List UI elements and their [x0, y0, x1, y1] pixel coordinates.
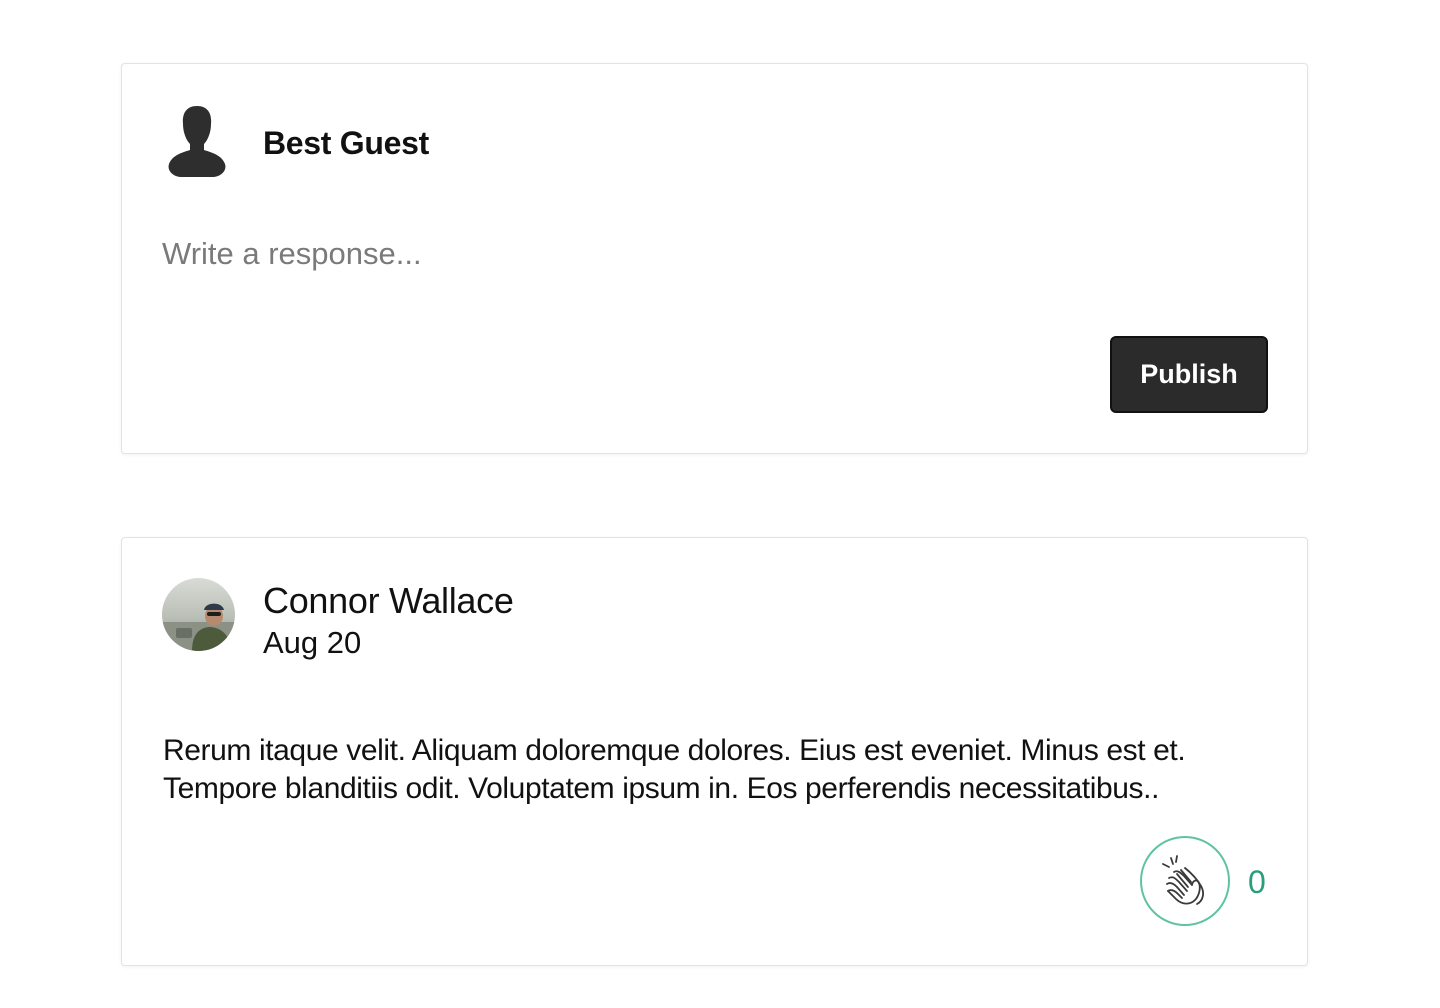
clap-count: 0	[1248, 864, 1266, 900]
response-input[interactable]	[162, 230, 1262, 290]
avatar[interactable]	[162, 578, 235, 651]
publish-button[interactable]: Publish	[1110, 336, 1268, 413]
response-body: Rerum itaque velit. Aliquam doloremque d…	[163, 734, 1186, 805]
clapping-hands-icon	[1157, 852, 1213, 911]
response-card: Connor Wallace Aug 20 Rerum itaque velit…	[121, 537, 1308, 966]
user-silhouette-icon	[166, 104, 228, 178]
current-user-name: Best Guest	[263, 125, 429, 161]
clap-button[interactable]	[1140, 836, 1230, 926]
response-author-name[interactable]: Connor Wallace	[263, 580, 514, 622]
response-composer-card: Best Guest Publish	[121, 63, 1308, 454]
response-date: Aug 20	[263, 625, 362, 660]
